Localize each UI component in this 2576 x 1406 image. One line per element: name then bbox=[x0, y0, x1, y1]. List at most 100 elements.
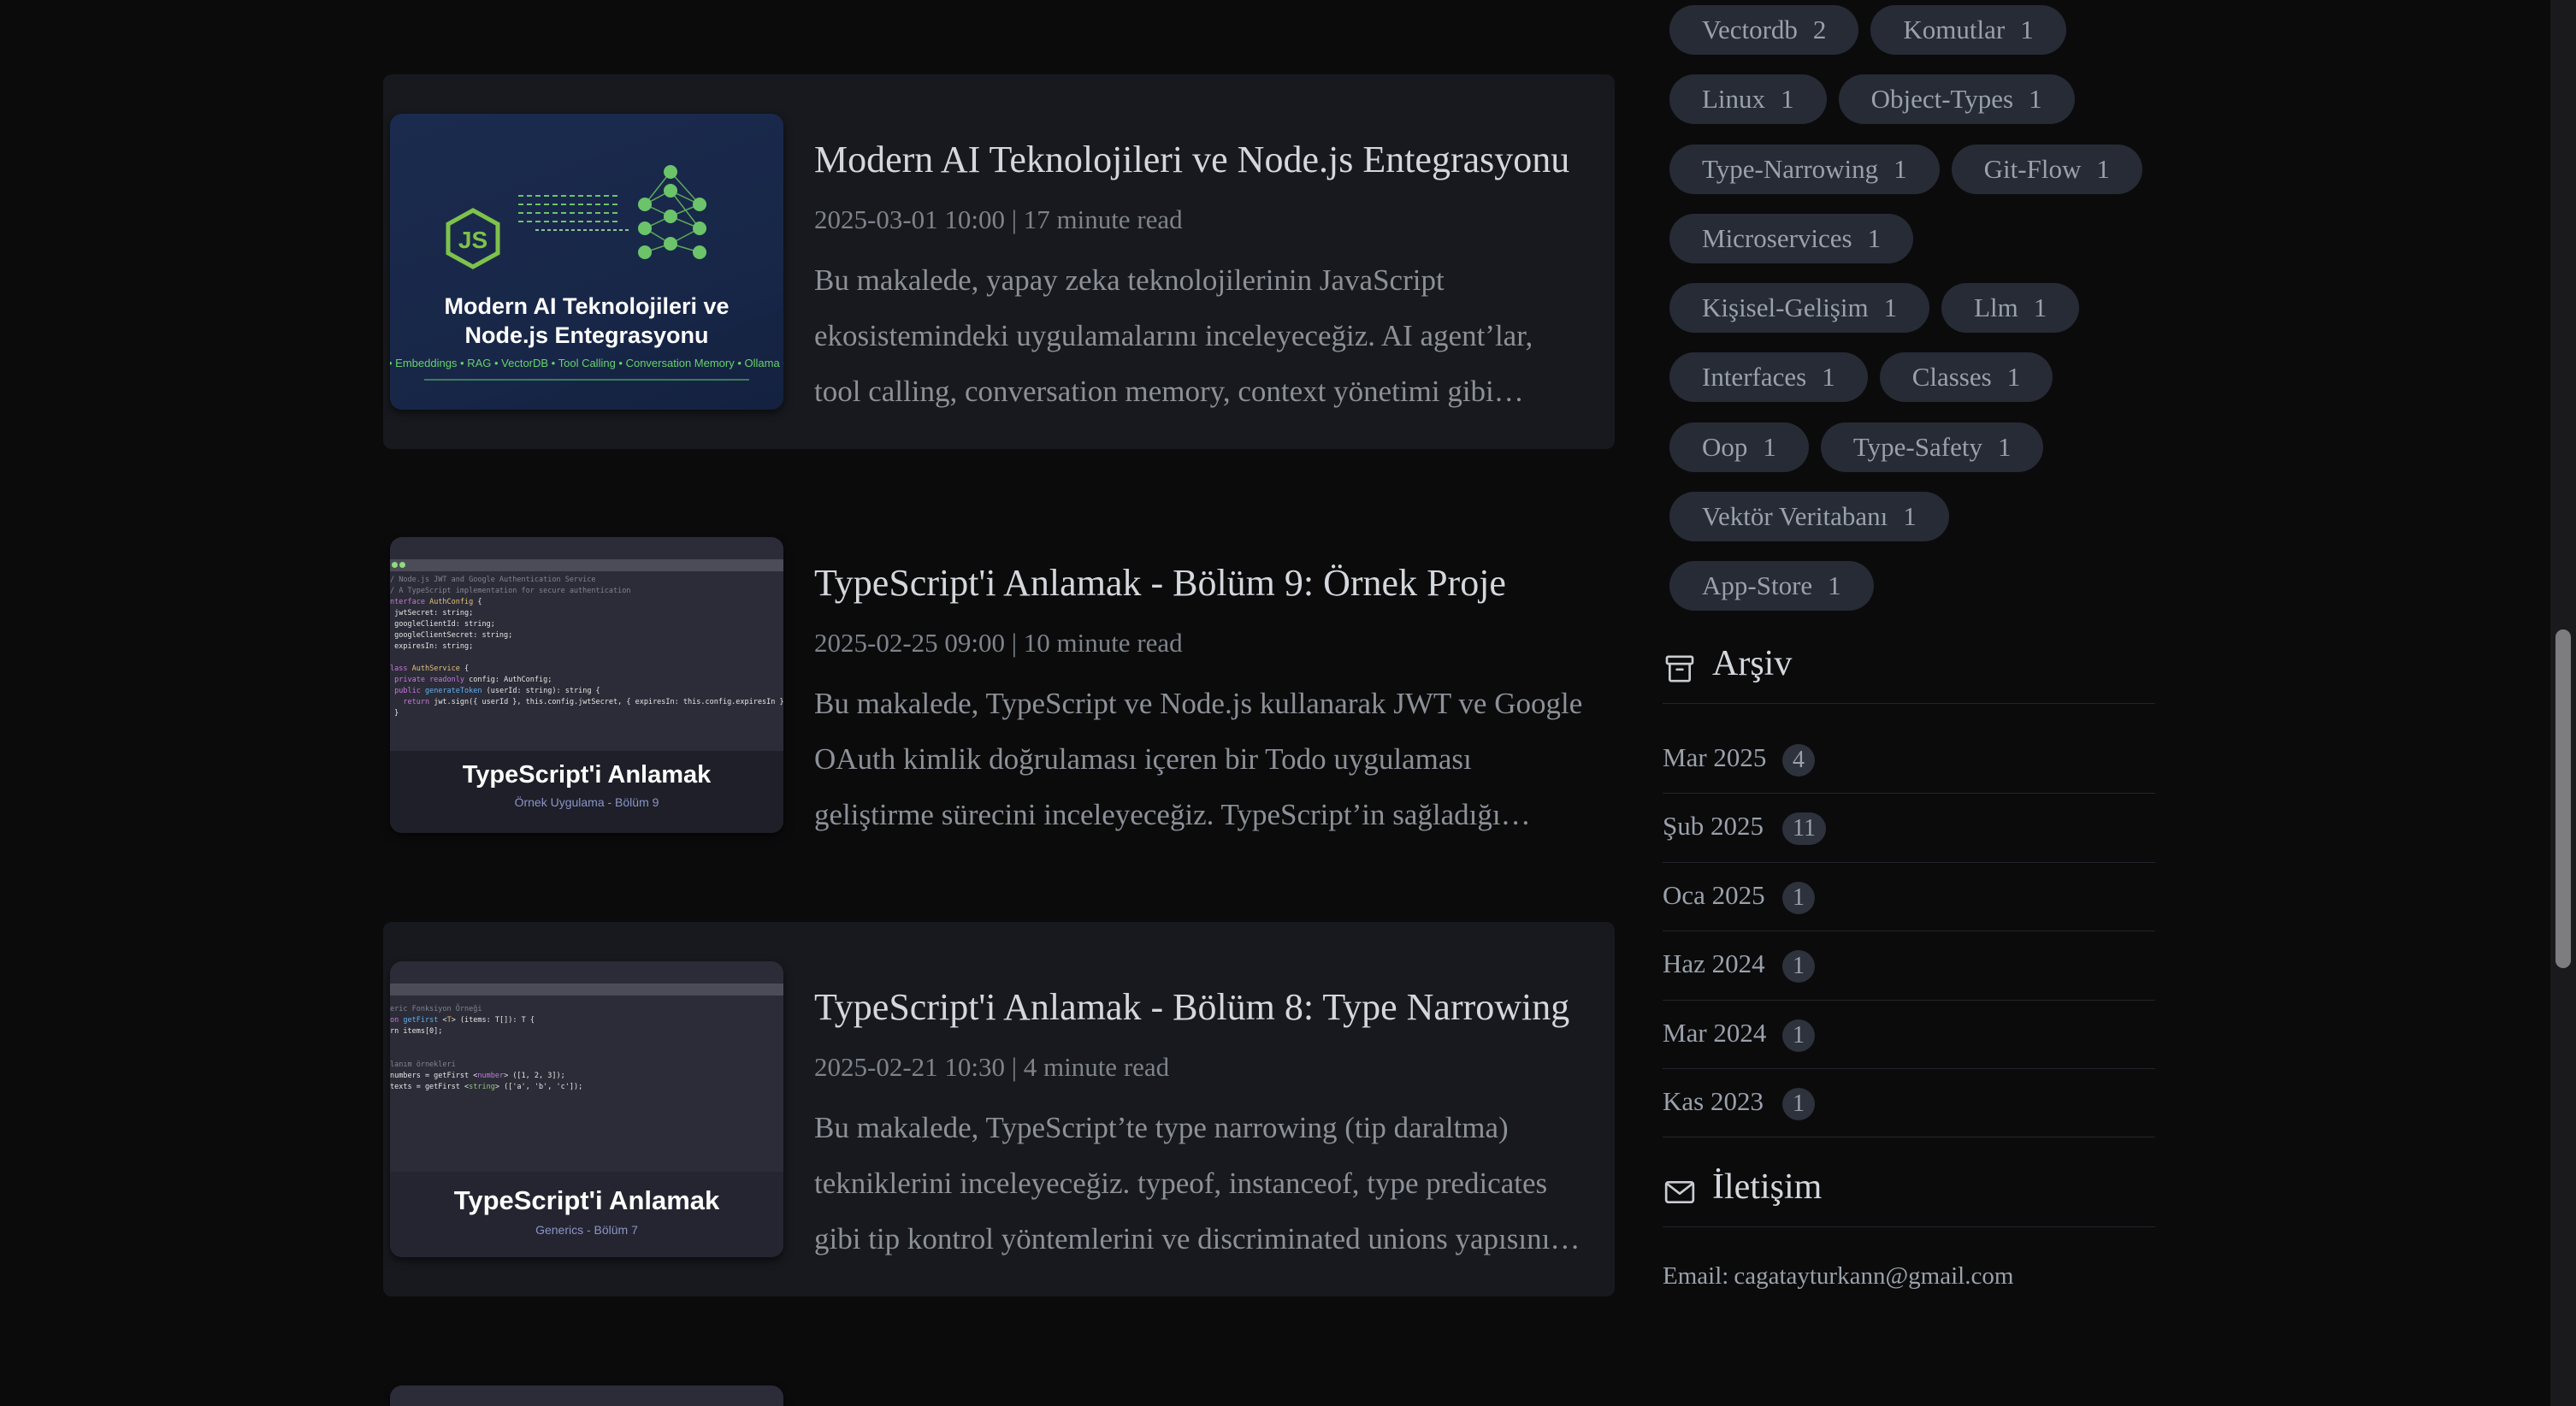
thumbnail-title: TypeScript'i Anlamak bbox=[462, 761, 712, 789]
tag-name: Vectordb bbox=[1702, 15, 1798, 44]
tag-pill[interactable]: Type-Narrowing 1 bbox=[1669, 144, 1940, 194]
tag-row: Linux 1 Object-Types 1 bbox=[1669, 74, 2165, 144]
tag-count: 1 bbox=[1867, 222, 1882, 253]
archive-month: Kas 2023 bbox=[1663, 1085, 1764, 1116]
tag-count: 2 bbox=[1812, 15, 1827, 44]
tag-count: 1 bbox=[1822, 362, 1835, 393]
archive-item[interactable]: Mar 2025 4 bbox=[1663, 725, 2155, 795]
tag-count: 1 bbox=[2029, 84, 2042, 115]
tag-name: Type-Safety bbox=[1852, 431, 1982, 462]
tag-count: 1 bbox=[2020, 15, 2034, 44]
post-thumbnail[interactable]: / Node.js JWT and Google Authentication … bbox=[390, 537, 783, 833]
tag-pill[interactable]: Git-Flow 1 bbox=[1951, 144, 2142, 194]
tag-row: Kişisel-Gelişim 1 Llm 1 bbox=[1669, 283, 2165, 352]
tag-name: Llm bbox=[1974, 292, 2018, 323]
tag-name: Oop bbox=[1702, 431, 1748, 462]
thumbnail-title: Modern AI Teknolojileri ve Node.js Enteg… bbox=[390, 292, 783, 350]
tag-count: 1 bbox=[2033, 292, 2047, 323]
email-label: Email: bbox=[1663, 1262, 1729, 1290]
post-meta: 2025-03-01 10:00 | 17 minute read bbox=[814, 204, 1183, 234]
archive-item[interactable]: Şub 2025 11 bbox=[1663, 794, 2155, 863]
tag-pill[interactable]: Classes 1 bbox=[1879, 352, 2053, 403]
email-link[interactable]: cagatayturkann@gmail.com bbox=[1734, 1262, 2013, 1290]
thumbnail-subtitle: Generics - Bölüm 7 bbox=[535, 1223, 638, 1237]
archive-month: Şub 2025 bbox=[1663, 811, 1764, 842]
code-snippet: eric Fonksiyon Örneği on getFirst <T> (i… bbox=[390, 1005, 583, 1091]
tag-count: 1 bbox=[2006, 362, 2021, 393]
post-card[interactable]: / Node.js JWT and Google Authentication … bbox=[383, 498, 1615, 872]
tag-name: Komutlar bbox=[1903, 15, 2006, 44]
tag-name: Vektör Veritabanı bbox=[1702, 501, 1888, 532]
tag-count: 1 bbox=[1781, 84, 1794, 115]
post-excerpt: Bu makalede, yapay zeka teknolojilerinin… bbox=[814, 263, 1533, 408]
tag-count: 1 bbox=[1828, 570, 1841, 601]
archive-month: Mar 2024 bbox=[1663, 1017, 1767, 1048]
tag-count: 1 bbox=[1894, 153, 1907, 184]
thumbnail-title-line: Node.js Entegrasyonu bbox=[464, 322, 709, 348]
tag-count: 1 bbox=[1997, 431, 2012, 462]
archive-icon bbox=[1665, 655, 1694, 682]
post-card[interactable]: JS Modern AI Teknolojileri ve Node.js En… bbox=[383, 74, 1615, 449]
tag-pill[interactable]: Kişisel-Gelişim 1 bbox=[1669, 283, 1930, 334]
post-thumbnail[interactable]: eric Fonksiyon Örneği on getFirst <T> (i… bbox=[390, 961, 783, 1257]
tag-pill[interactable]: Type-Safety 1 bbox=[1820, 422, 2044, 472]
archive-count-badge: 1 bbox=[1782, 1087, 1815, 1120]
archive-item[interactable]: Haz 2024 1 bbox=[1663, 931, 2155, 1001]
post-title[interactable]: TypeScript'i Anlamak - Bölüm 8: Type Nar… bbox=[814, 985, 1569, 1029]
archive-month: Oca 2025 bbox=[1663, 879, 1765, 910]
code-window-bar bbox=[390, 984, 783, 995]
tag-pill[interactable]: App-Store 1 bbox=[1669, 561, 1874, 611]
tag-pill[interactable]: Vectordb 2 bbox=[1669, 5, 1859, 55]
tag-pill[interactable]: Vektör Veritabanı 1 bbox=[1669, 492, 1949, 542]
mail-icon bbox=[1664, 1181, 1695, 1203]
archive-heading: Arşiv bbox=[1712, 644, 1793, 683]
tag-row: Vektör Veritabanı 1 bbox=[1669, 492, 2165, 561]
archive-item[interactable]: Oca 2025 1 bbox=[1663, 863, 2155, 932]
archive-count-badge: 1 bbox=[1782, 950, 1815, 984]
archive-item[interactable]: Kas 2023 1 bbox=[1663, 1069, 2155, 1138]
archive-item[interactable]: Mar 2024 1 bbox=[1663, 1001, 2155, 1069]
tag-count: 1 bbox=[1763, 431, 1776, 462]
neural-network-icon bbox=[518, 165, 706, 259]
tag-pill[interactable]: Microservices 1 bbox=[1669, 213, 1914, 263]
tag-count: 1 bbox=[1903, 501, 1917, 532]
window-dot-icon bbox=[399, 562, 405, 568]
tag-row: App-Store 1 bbox=[1669, 561, 2165, 630]
tag-row: Oop 1 Type-Safety 1 bbox=[1669, 422, 2165, 492]
archive-header: Arşiv bbox=[1663, 644, 2155, 704]
tag-pill[interactable]: Linux 1 bbox=[1669, 74, 1827, 125]
scrollbar-thumb[interactable] bbox=[2555, 629, 2571, 968]
divider bbox=[424, 379, 749, 381]
tag-pill[interactable]: Object-Types 1 bbox=[1838, 74, 2075, 125]
post-meta: 2025-02-21 10:30 | 4 minute read bbox=[814, 1052, 1170, 1082]
post-card[interactable] bbox=[383, 1346, 1615, 1406]
tag-pill[interactable]: Interfaces 1 bbox=[1669, 352, 1868, 403]
tag-name: Classes bbox=[1911, 362, 1992, 393]
tag-pill[interactable]: Llm 1 bbox=[1941, 283, 2080, 334]
archive-count-badge: 11 bbox=[1782, 812, 1826, 846]
tag-count: 1 bbox=[2096, 153, 2110, 184]
archive-month: Mar 2025 bbox=[1663, 742, 1767, 772]
tag-name: Interfaces bbox=[1702, 362, 1807, 393]
tag-name: Kişisel-Gelişim bbox=[1702, 292, 1869, 323]
archive-count-badge: 4 bbox=[1782, 744, 1815, 777]
tag-pill[interactable]: Komutlar 1 bbox=[1870, 5, 2066, 55]
post-meta: 2025-02-25 09:00 | 10 minute read bbox=[814, 628, 1183, 658]
tag-name: App-Store bbox=[1702, 570, 1813, 601]
post-title[interactable]: Modern AI Teknolojileri ve Node.js Enteg… bbox=[814, 138, 1569, 181]
thumbnail-subtitle: Örnek Uygulama - Bölüm 9 bbox=[514, 795, 659, 809]
post-thumbnail[interactable]: JS Modern AI Teknolojileri ve Node.js En… bbox=[390, 114, 783, 410]
post-title[interactable]: TypeScript'i Anlamak - Bölüm 9: Örnek Pr… bbox=[814, 561, 1506, 605]
tag-name: Linux bbox=[1702, 84, 1766, 115]
tag-pill[interactable]: Oop 1 bbox=[1669, 422, 1809, 472]
contact-info: Email: cagatayturkann@gmail.com bbox=[1663, 1262, 2013, 1291]
archive-count-badge: 1 bbox=[1782, 881, 1815, 914]
post-card[interactable]: eric Fonksiyon Örneği on getFirst <T> (i… bbox=[383, 922, 1615, 1297]
tag-row: Microservices 1 bbox=[1669, 213, 2165, 283]
post-thumbnail[interactable] bbox=[390, 1385, 783, 1406]
scrollbar[interactable] bbox=[2550, 0, 2576, 1406]
tag-name: Type-Narrowing bbox=[1702, 153, 1879, 184]
nodejs-logo-icon: JS bbox=[446, 208, 500, 269]
tag-name: Object-Types bbox=[1870, 84, 2014, 115]
post-excerpt: Bu makalede, TypeScript ve Node.js kulla… bbox=[814, 687, 1583, 831]
